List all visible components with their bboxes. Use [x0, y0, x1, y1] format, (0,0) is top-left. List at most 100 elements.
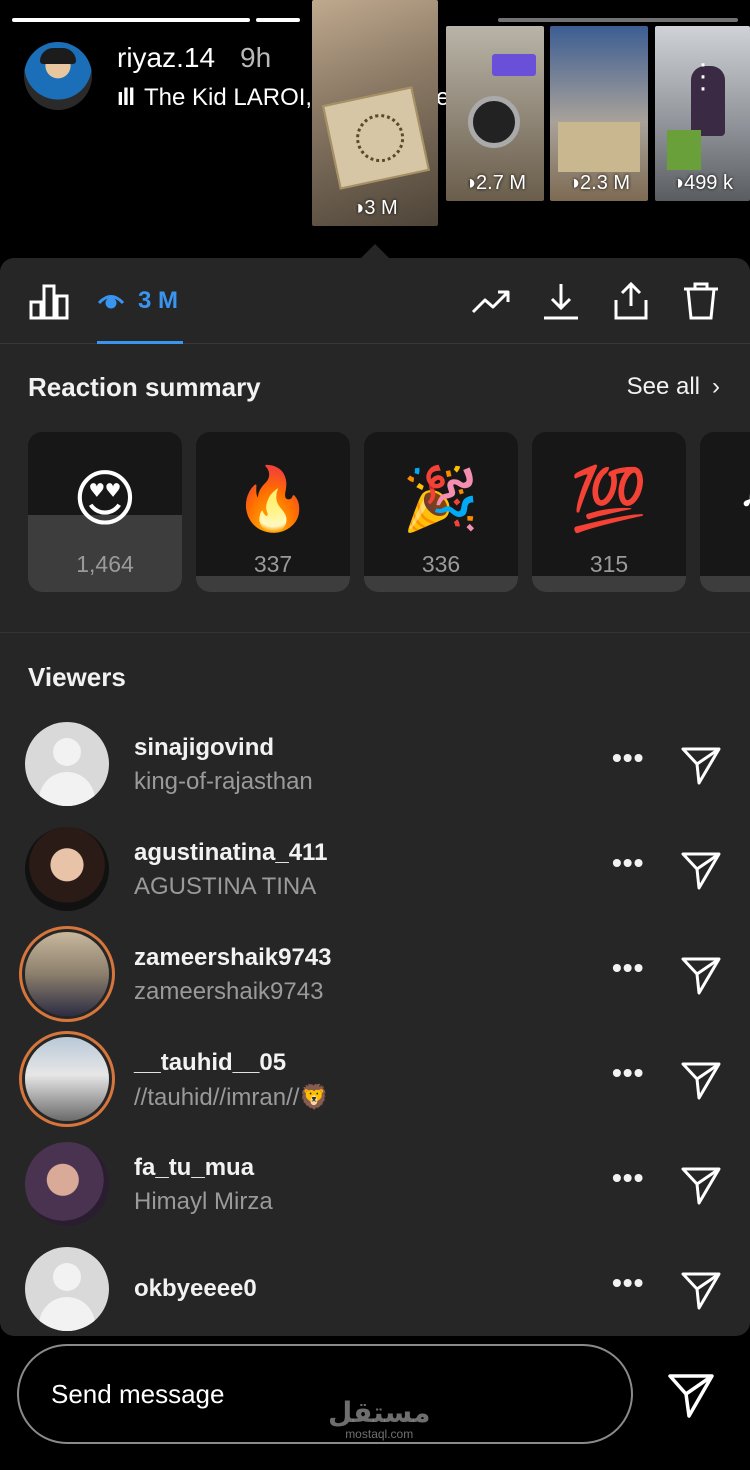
viewer-username[interactable]: zameershaik9743 [134, 944, 331, 972]
reaction-emoji: 😂 [700, 460, 750, 540]
reaction-emoji: 🔥 [234, 465, 312, 534]
reaction-count: 315 [589, 551, 629, 577]
watermark-latin: mostaql.com [345, 1427, 414, 1441]
viewer-username[interactable]: agustinatina_411 [134, 839, 327, 867]
active-tab-indicator [97, 341, 183, 344]
reaction-emoji: 🎉 [402, 465, 480, 534]
thumbnail-image [322, 86, 430, 190]
thumbnail-views: ◑2.3 M [567, 172, 631, 194]
chevron-right-icon: › [712, 373, 720, 400]
viewer-avatar[interactable] [25, 1142, 109, 1226]
reaction-bar-fill [532, 576, 686, 592]
viewer-avatar[interactable] [25, 1247, 109, 1331]
reaction-summary-title: Reaction summary [28, 372, 261, 402]
thumbnail-views: ◑3 M [352, 197, 398, 219]
story-thumbnail[interactable]: ◑2.7 M [446, 26, 544, 201]
thumbnail-image [492, 54, 536, 76]
thumbnail-views: ◑2.7 M [463, 172, 527, 194]
viewer-row[interactable]: fa_tu_mua Himayl Mirza ••• [0, 1142, 750, 1242]
thumbnail-image [558, 122, 640, 172]
thumbnail-views: ◑499 k [671, 172, 733, 194]
story-header: riyaz.14 9h ıll The Kid LAROI, Justin Bi… [0, 0, 750, 258]
viewer-fullname: //tauhid//imran//🦁 [134, 1084, 330, 1111]
trash-icon[interactable] [680, 280, 722, 322]
message-composer: مستقل mostaql.com [0, 1336, 750, 1470]
see-all-link[interactable]: See all › [627, 373, 720, 401]
send-icon[interactable] [680, 1269, 722, 1311]
thumbnail-image [691, 66, 725, 136]
reaction-count: 337 [253, 551, 293, 577]
profile-avatar[interactable] [24, 42, 92, 110]
viewer-row[interactable]: agustinatina_411 AGUSTINA TINA ••• [0, 827, 750, 927]
send-icon[interactable] [680, 1164, 722, 1206]
see-all-label: See all [626, 373, 700, 400]
reaction-emoji: 💯 [570, 465, 648, 534]
send-icon[interactable] [680, 1059, 722, 1101]
thumbnail-image [468, 96, 520, 148]
more-options-icon[interactable]: ••• [612, 849, 644, 877]
download-icon[interactable] [540, 280, 582, 322]
reaction-emoji: 😍 [72, 465, 138, 534]
story-thumbnail[interactable]: ◑2.3 M [550, 26, 648, 201]
story-progress-segment [498, 18, 738, 22]
thumbnail-image [667, 130, 701, 170]
send-icon[interactable] [680, 954, 722, 996]
viewer-fullname: AGUSTINA TINA [134, 873, 317, 900]
viewer-username[interactable]: okbyeeee0 [134, 1275, 257, 1303]
story-thumbnail[interactable]: ◑3 M [312, 0, 438, 226]
send-icon[interactable] [680, 744, 722, 786]
reaction-cards: 😍 1,464 🔥 337 🎉 336 💯 315 😂 [28, 432, 750, 592]
viewer-username[interactable]: fa_tu_mua [134, 1154, 254, 1182]
viewer-fullname: zameershaik9743 [134, 978, 324, 1005]
send-icon[interactable] [680, 849, 722, 891]
viewer-avatar[interactable] [25, 1037, 109, 1121]
viewer-avatar[interactable] [25, 827, 109, 911]
insights-icon[interactable] [28, 280, 70, 322]
story-insights-sheet: 3 M Reaction summary See all › 😍 1,464 🔥 33… [0, 258, 750, 1336]
music-bars-icon: ıll [117, 83, 135, 111]
selected-story-pointer [361, 244, 389, 258]
section-divider [0, 632, 750, 633]
viewers-title: Viewers [28, 662, 126, 692]
share-icon[interactable] [610, 280, 652, 322]
more-options-icon[interactable]: ••• [612, 1164, 644, 1192]
insights-toolbar: 3 M [0, 258, 750, 344]
story-progress-segment [12, 18, 250, 22]
watermark-arabic: مستقل [328, 1397, 431, 1428]
story-progress-segment [256, 18, 300, 22]
reaction-bar-fill [364, 576, 518, 592]
viewer-fullname: Himayl Mirza [134, 1188, 273, 1215]
reaction-card[interactable]: 💯 315 [532, 432, 686, 592]
views-count: 3 M [138, 287, 179, 314]
viewer-row[interactable]: __tauhid__05 //tauhid//imran//🦁 ••• [0, 1037, 750, 1137]
viewer-avatar[interactable] [25, 932, 109, 1016]
views-tab[interactable]: 3 M [96, 280, 178, 322]
viewer-avatar[interactable] [25, 722, 109, 806]
viewer-row[interactable]: zameershaik9743 zameershaik9743 ••• [0, 932, 750, 1032]
viewer-fullname: king-of-rajasthan [134, 768, 313, 795]
eye-icon [96, 286, 126, 316]
reaction-count: 1,464 [76, 551, 134, 577]
more-options-icon[interactable]: ••• [612, 744, 644, 772]
story-age: 9h [240, 42, 272, 73]
more-options-icon[interactable]: ••• [612, 954, 644, 982]
reaction-bar-fill [196, 576, 350, 592]
reaction-card[interactable]: 🎉 336 [364, 432, 518, 592]
more-options-icon[interactable]: · · · [698, 49, 708, 103]
viewer-row[interactable]: sinajigovind king-of-rajasthan ••• [0, 722, 750, 822]
reaction-card[interactable]: 🔥 337 [196, 432, 350, 592]
viewer-row[interactable]: okbyeeee0 ••• [0, 1247, 750, 1347]
more-options-icon[interactable]: ••• [612, 1269, 644, 1297]
send-message-input[interactable] [17, 1344, 633, 1444]
reaction-card[interactable]: 😂 [700, 432, 750, 592]
viewer-username[interactable]: __tauhid__05 [134, 1049, 286, 1077]
reaction-bar-fill [700, 576, 750, 592]
more-options-icon[interactable]: ••• [612, 1059, 644, 1087]
send-icon[interactable] [666, 1370, 716, 1420]
reaction-count: 336 [421, 551, 461, 577]
trending-icon[interactable] [470, 280, 512, 322]
story-username[interactable]: riyaz.14 [117, 42, 215, 74]
viewer-username[interactable]: sinajigovind [134, 734, 274, 762]
reaction-card[interactable]: 😍 1,464 [28, 432, 182, 592]
watermark: مستقل mostaql.com [328, 1397, 431, 1441]
